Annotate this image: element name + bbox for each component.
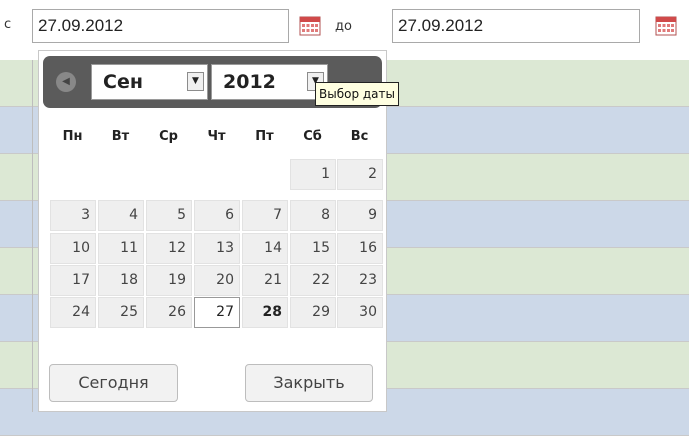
- calendar-day[interactable]: 17: [50, 265, 96, 296]
- column-divider: [32, 60, 33, 412]
- calendar-day[interactable]: 4: [98, 200, 144, 231]
- from-label: с: [4, 17, 12, 32]
- weekday-header: Чт: [207, 129, 226, 144]
- calendar-day[interactable]: 14: [242, 233, 288, 264]
- to-label: до: [335, 19, 352, 34]
- calendar-day[interactable]: 21: [242, 265, 288, 296]
- prev-month-icon[interactable]: ◀: [56, 72, 76, 92]
- calendar-day[interactable]: 13: [194, 233, 240, 264]
- calendar-day[interactable]: 9: [337, 200, 383, 231]
- to-calendar-icon[interactable]: [655, 16, 677, 36]
- from-calendar-icon[interactable]: [299, 16, 321, 36]
- close-button[interactable]: Закрыть: [245, 364, 373, 402]
- calendar-day[interactable]: 1: [290, 159, 336, 190]
- calendar-day[interactable]: 7: [242, 200, 288, 231]
- chevron-down-icon[interactable]: ▼: [187, 72, 204, 91]
- calendar-day[interactable]: 18: [98, 265, 144, 296]
- calendar-day[interactable]: 25: [98, 297, 144, 328]
- calendar-day[interactable]: 24: [50, 297, 96, 328]
- weekday-header: Вс: [350, 129, 369, 144]
- tooltip: Выбор даты: [315, 82, 399, 106]
- calendar-day[interactable]: 28: [242, 297, 288, 328]
- calendar-day[interactable]: 6: [194, 200, 240, 231]
- calendar-day[interactable]: 16: [337, 233, 383, 264]
- month-select[interactable]: Сен ▼: [91, 64, 208, 100]
- calendar-day[interactable]: 2: [337, 159, 383, 190]
- calendar-day[interactable]: 3: [50, 200, 96, 231]
- calendar-day[interactable]: 10: [50, 233, 96, 264]
- calendar-day[interactable]: 30: [337, 297, 383, 328]
- calendar-day[interactable]: 22: [290, 265, 336, 296]
- calendar-day[interactable]: 29: [290, 297, 336, 328]
- month-select-value: Сен: [103, 71, 143, 93]
- calendar-day[interactable]: 11: [98, 233, 144, 264]
- weekday-header: Сб: [303, 129, 322, 144]
- calendar-day[interactable]: 20: [194, 265, 240, 296]
- calendar-day[interactable]: 12: [146, 233, 192, 264]
- calendar-day[interactable]: 19: [146, 265, 192, 296]
- weekday-header: Ср: [159, 129, 178, 144]
- calendar-day[interactable]: 26: [146, 297, 192, 328]
- weekday-header: Пн: [62, 129, 83, 144]
- from-date-field[interactable]: 27.09.2012: [32, 9, 289, 43]
- today-button[interactable]: Сегодня: [49, 364, 178, 402]
- calendar-day[interactable]: 27: [194, 297, 240, 328]
- calendar-day[interactable]: 15: [290, 233, 336, 264]
- year-select[interactable]: 2012 ▼: [211, 64, 328, 100]
- date-filter-bar: с 27.09.2012 до 27.09.2012: [0, 6, 689, 52]
- to-date-field[interactable]: 27.09.2012: [392, 9, 640, 43]
- calendar-day[interactable]: 23: [337, 265, 383, 296]
- calendar-day[interactable]: 8: [290, 200, 336, 231]
- weekday-header: Пт: [255, 129, 274, 144]
- weekday-header: Вт: [111, 129, 130, 144]
- year-select-value: 2012: [223, 71, 276, 93]
- calendar-day[interactable]: 5: [146, 200, 192, 231]
